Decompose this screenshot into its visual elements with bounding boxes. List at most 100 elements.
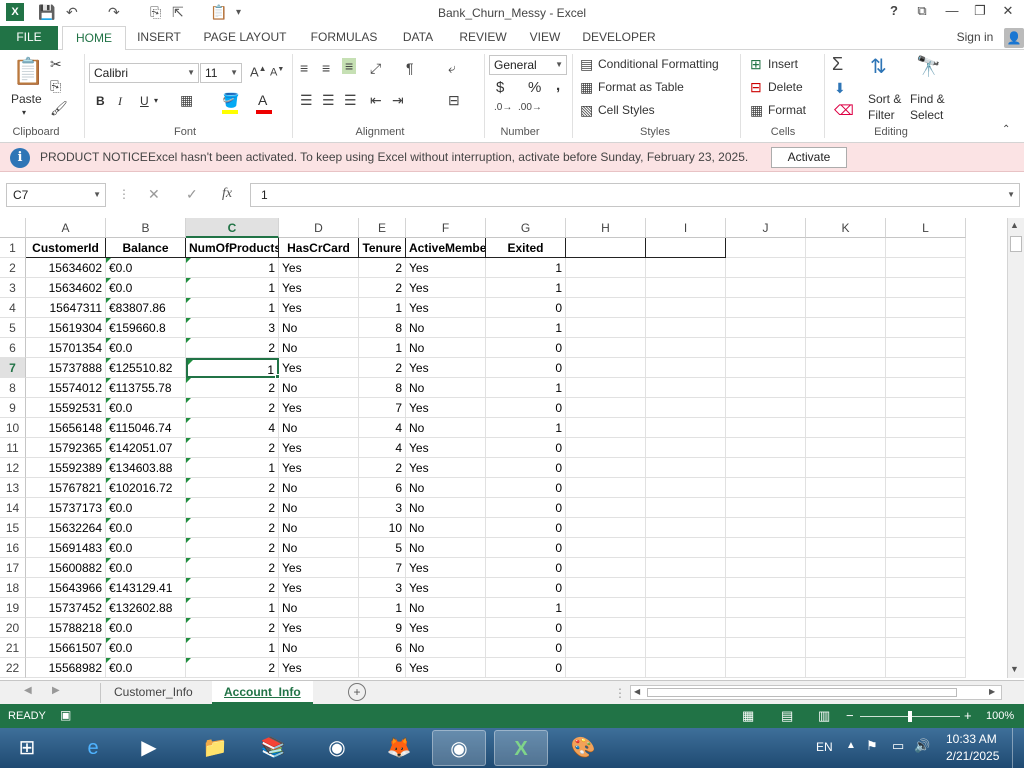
table-cell[interactable]: No (279, 338, 359, 358)
number-format-select[interactable]: General ▼ (489, 55, 567, 75)
table-cell[interactable]: Yes (406, 658, 486, 678)
table-cell[interactable]: €0.0 (106, 638, 186, 658)
table-cell[interactable]: No (279, 518, 359, 538)
table-cell[interactable] (806, 438, 886, 458)
header-cell[interactable] (646, 238, 726, 258)
column-header-e[interactable]: E (359, 218, 406, 238)
show-desktop-button[interactable] (1012, 728, 1024, 768)
table-cell[interactable]: 0 (486, 578, 566, 598)
table-cell[interactable] (806, 418, 886, 438)
user-avatar-icon[interactable]: 👤 (1004, 28, 1024, 48)
row-header[interactable]: 11 (0, 438, 26, 458)
table-cell[interactable] (806, 298, 886, 318)
table-cell[interactable] (566, 318, 646, 338)
action-center-icon[interactable]: ⚑ (866, 738, 878, 754)
format-button[interactable]: Format (768, 103, 806, 117)
table-cell[interactable] (646, 558, 726, 578)
cancel-icon[interactable]: ✕ (148, 186, 160, 203)
header-cell[interactable] (806, 238, 886, 258)
tab-data[interactable]: DATA (394, 26, 442, 50)
table-cell[interactable] (886, 518, 966, 538)
sign-in-link[interactable]: Sign in (950, 26, 1000, 50)
table-cell[interactable]: 15634602 (26, 258, 106, 278)
table-cell[interactable] (566, 658, 646, 678)
table-cell[interactable] (726, 438, 806, 458)
table-cell[interactable]: 15737888 (26, 358, 106, 378)
table-cell[interactable]: 15619304 (26, 318, 106, 338)
ribbon-display-icon[interactable]: ⧉ (910, 3, 934, 21)
zoom-out-icon[interactable]: − (846, 708, 854, 723)
table-cell[interactable] (726, 358, 806, 378)
paint-icon[interactable]: 🎨 (556, 730, 610, 766)
header-cell[interactable]: Tenure (359, 238, 406, 258)
table-cell[interactable]: 2 (186, 618, 279, 638)
sort-button[interactable]: Sort & (868, 92, 901, 106)
table-cell[interactable]: €132602.88 (106, 598, 186, 618)
table-cell[interactable] (806, 578, 886, 598)
table-cell[interactable]: 0 (486, 478, 566, 498)
table-cell[interactable]: 15568982 (26, 658, 106, 678)
row-header[interactable]: 22 (0, 658, 26, 678)
table-cell[interactable]: 1 (359, 598, 406, 618)
table-cell[interactable] (806, 358, 886, 378)
column-header-k[interactable]: K (806, 218, 886, 238)
table-cell[interactable] (886, 258, 966, 278)
table-cell[interactable]: Yes (279, 578, 359, 598)
shrink-font-icon[interactable]: A▼ (270, 66, 284, 79)
increase-indent-icon[interactable]: ⇥ (392, 92, 404, 109)
conditional-formatting-button[interactable]: Conditional Formatting (598, 57, 719, 71)
table-cell[interactable] (646, 358, 726, 378)
column-header-d[interactable]: D (279, 218, 359, 238)
table-cell[interactable] (726, 298, 806, 318)
table-cell[interactable] (806, 278, 886, 298)
table-cell[interactable]: Yes (406, 278, 486, 298)
table-cell[interactable] (646, 378, 726, 398)
table-cell[interactable] (806, 318, 886, 338)
table-cell[interactable]: 1 (486, 418, 566, 438)
table-cell[interactable] (886, 298, 966, 318)
table-cell[interactable] (886, 418, 966, 438)
align-center-icon[interactable]: ☰ (322, 92, 335, 109)
table-cell[interactable]: No (279, 598, 359, 618)
horizontal-scroll-thumb[interactable] (647, 688, 957, 697)
row-header[interactable]: 13 (0, 478, 26, 498)
table-cell[interactable]: 0 (486, 638, 566, 658)
table-cell[interactable]: 0 (486, 458, 566, 478)
table-cell[interactable] (646, 458, 726, 478)
tab-formulas[interactable]: FORMULAS (304, 26, 384, 50)
table-cell[interactable]: 0 (486, 298, 566, 318)
media-player-icon[interactable]: ▶ (122, 730, 176, 766)
row-header[interactable]: 14 (0, 498, 26, 518)
increase-decimal-icon[interactable]: .0→ (494, 102, 512, 113)
underline-dropdown-icon[interactable]: ▾ (154, 96, 158, 105)
table-cell[interactable] (646, 618, 726, 638)
table-cell[interactable] (806, 558, 886, 578)
table-cell[interactable]: 2 (359, 258, 406, 278)
cell-styles-icon[interactable]: ▧ (580, 102, 593, 119)
table-cell[interactable] (886, 658, 966, 678)
table-cell[interactable]: 1 (359, 338, 406, 358)
table-cell[interactable]: 15788218 (26, 618, 106, 638)
table-cell[interactable]: Yes (279, 358, 359, 378)
table-cell[interactable] (806, 338, 886, 358)
help-icon[interactable]: ? (882, 3, 906, 21)
table-cell[interactable]: 1 (186, 278, 279, 298)
table-cell[interactable] (886, 358, 966, 378)
vertical-scrollbar[interactable]: ▲ ▼ (1007, 218, 1024, 678)
table-cell[interactable]: 15737173 (26, 498, 106, 518)
horizontal-scrollbar[interactable]: ◀ ▶ (630, 685, 1002, 700)
table-cell[interactable]: No (406, 418, 486, 438)
table-cell[interactable]: €142051.07 (106, 438, 186, 458)
table-cell[interactable]: 8 (359, 318, 406, 338)
winrar-icon[interactable]: 📚 (246, 730, 300, 766)
table-cell[interactable] (726, 398, 806, 418)
borders-icon[interactable]: ▦ (180, 92, 193, 109)
start-button-icon[interactable]: ⊞ (2, 730, 52, 766)
table-cell[interactable] (726, 338, 806, 358)
table-cell[interactable] (726, 458, 806, 478)
minimize-icon[interactable]: — (940, 3, 964, 21)
table-cell[interactable]: Yes (279, 658, 359, 678)
table-cell[interactable] (566, 638, 646, 658)
table-cell[interactable]: €0.0 (106, 558, 186, 578)
table-cell[interactable] (566, 618, 646, 638)
